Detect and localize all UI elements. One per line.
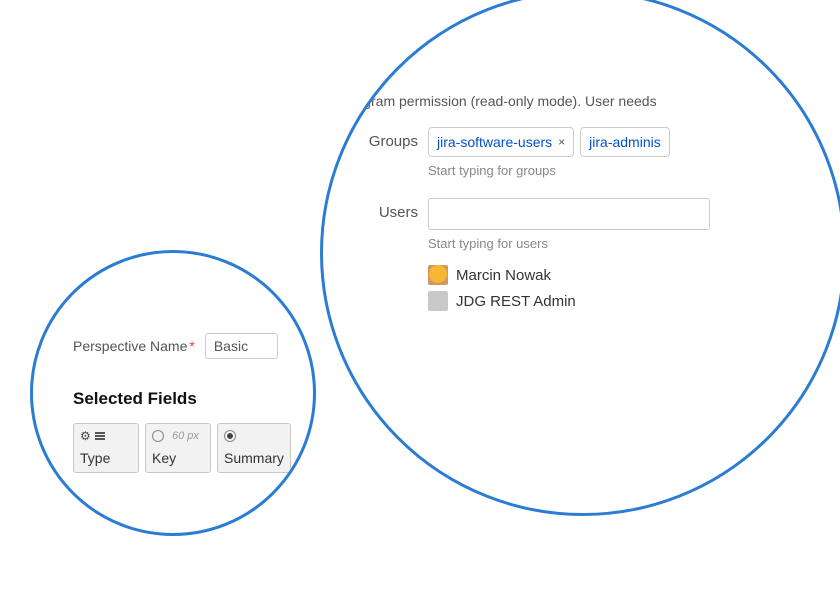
avatar-icon <box>428 265 448 285</box>
group-tag[interactable]: jira-adminis <box>580 127 670 157</box>
group-tag-text: jira-adminis <box>589 134 661 150</box>
field-card-label: Key <box>152 450 204 466</box>
perspective-name-input[interactable]: Basic <box>205 333 278 359</box>
perspective-bubble: Perspective Name * Basic Selected Fields… <box>30 250 316 536</box>
avatar-icon <box>428 291 448 311</box>
group-tag-text: jira-software-users <box>437 134 552 150</box>
user-option[interactable]: JDG REST Admin <box>428 291 823 311</box>
permission-description: program permission (read-only mode). Use… <box>343 93 823 109</box>
radio-on-icon <box>224 430 236 442</box>
field-card-summary[interactable]: Summary <box>217 423 291 473</box>
groups-label: Groups <box>343 127 428 150</box>
permissions-bubble: program permission (read-only mode). Use… <box>320 0 840 516</box>
perspective-name-label: Perspective Name <box>73 338 187 354</box>
gear-icon: ⚙ <box>80 429 91 443</box>
users-hint: Start typing for users <box>428 236 823 251</box>
field-card-type[interactable]: ⚙ Type <box>73 423 139 473</box>
required-marker: * <box>189 338 194 354</box>
selected-fields-title: Selected Fields <box>73 389 303 409</box>
field-width-label: 60 px <box>172 430 199 442</box>
bars-icon <box>95 432 105 440</box>
users-input[interactable] <box>428 198 710 230</box>
field-card-label: Summary <box>224 450 284 466</box>
perspective-name-row: Perspective Name * Basic <box>73 333 303 359</box>
users-label: Users <box>343 198 428 221</box>
user-name: Marcin Nowak <box>456 267 551 284</box>
groups-hint: Start typing for groups <box>428 163 823 178</box>
close-icon[interactable]: × <box>558 135 565 149</box>
field-card-label: Type <box>80 450 132 466</box>
radio-off-icon <box>152 430 164 442</box>
group-tag[interactable]: jira-software-users × <box>428 127 574 157</box>
field-cards: ⚙ Type 60 px Key Summary <box>73 423 303 473</box>
field-card-key[interactable]: 60 px Key <box>145 423 211 473</box>
user-name: JDG REST Admin <box>456 293 576 310</box>
user-option[interactable]: Marcin Nowak <box>428 265 823 285</box>
